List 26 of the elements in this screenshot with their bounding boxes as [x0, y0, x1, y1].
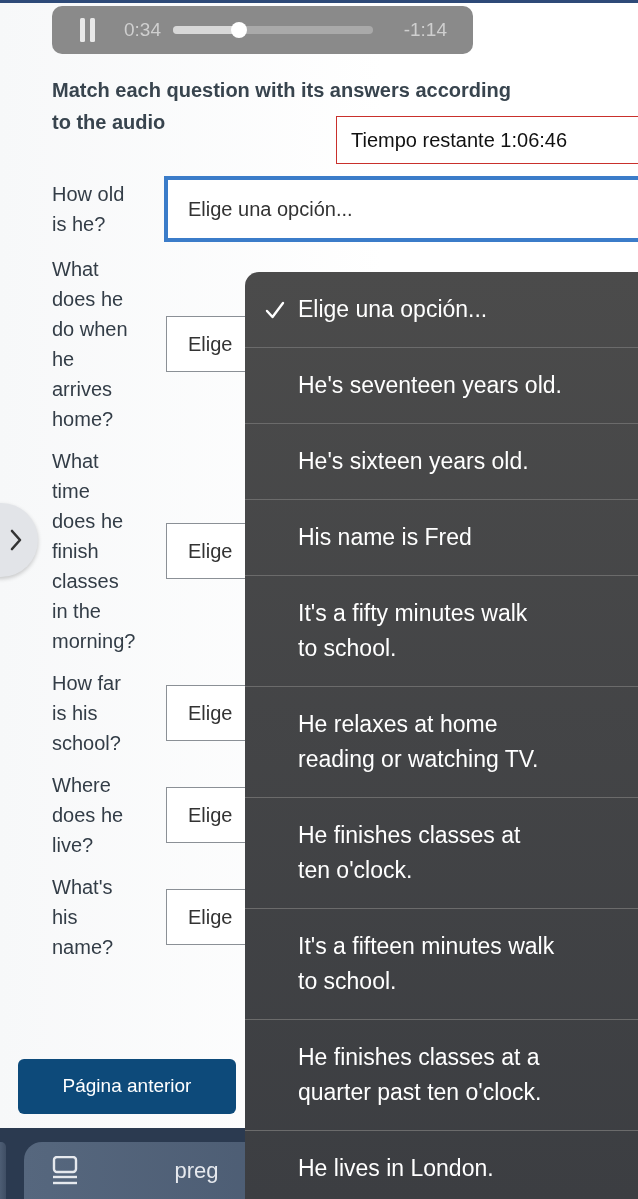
elapsed-time: 0:34 [124, 17, 161, 42]
question-text: How far is his school? [52, 671, 122, 756]
dropdown-option[interactable]: Elige una opción... [245, 272, 638, 348]
dropdown-option[interactable]: His name is Fred [245, 500, 638, 576]
previous-page-button[interactable]: Página anterior [18, 1059, 236, 1114]
dropdown-option[interactable]: It's a fifty minutes walk to school. [245, 576, 638, 687]
dropdown-option[interactable]: He lives in London. [245, 1131, 638, 1199]
chevron-right-icon [10, 529, 22, 551]
answer-select[interactable]: Elige una opción... [164, 176, 638, 242]
dropdown-option[interactable]: He relaxes at home reading or watching TV. [245, 687, 638, 798]
remaining-time: -1:14 [403, 17, 447, 42]
question-text: Where does he live? [52, 773, 125, 858]
dropdown-option[interactable]: He's sixteen years old. [245, 424, 638, 500]
timer-box: Tiempo restante 1:06:46 [336, 116, 638, 164]
dropdown-option[interactable]: He finishes classes at a quarter past ten o'clock. [245, 1020, 638, 1131]
dropdown-option[interactable]: It's a fifteen minutes walk to school. [245, 909, 638, 1020]
question-text: What does he do when he arrives home? [52, 257, 129, 432]
pause-icon[interactable] [80, 18, 96, 42]
footer-label: preg [174, 1157, 219, 1185]
dropdown-option[interactable]: He's seventeen years old. [245, 348, 638, 424]
list-icon [52, 1155, 79, 1186]
progress-thumb[interactable] [231, 22, 247, 38]
dropdown-option[interactable]: He finishes classes at ten o'clock. [245, 798, 638, 909]
question-text: How old is he? [52, 182, 126, 237]
question-text: What's his name? [52, 875, 115, 960]
question-text: What time does he finish classes in the morning? [52, 449, 137, 654]
